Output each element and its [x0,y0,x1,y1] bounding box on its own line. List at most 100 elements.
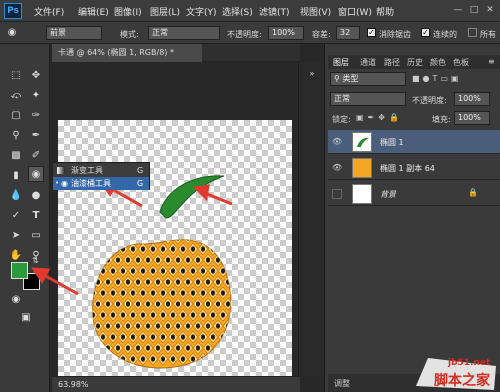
paint-bucket-tool-icon[interactable]: ◉ [28,166,44,182]
zoom-level[interactable]: 63.98% [58,380,89,389]
fruit-seed [156,301,160,307]
crop-tool-icon[interactable]: ▢ [8,108,24,124]
flyout-item-paint-bucket[interactable]: • ◉ 油漆桶工具 G [53,177,149,190]
opacity-input[interactable]: 100% [268,26,304,40]
all-layers-checkbox[interactable] [468,28,477,37]
magic-wand-icon[interactable]: ✦ [28,88,44,104]
fruit-scale [92,341,94,355]
fruit-scale [92,264,99,278]
fruit-seed [106,323,110,329]
document-tab[interactable]: 卡通 @ 64% (椭圆 1, RGB/8) * [52,44,202,62]
fruit-seed [111,312,115,318]
fruit-seed [101,290,105,296]
layer-row[interactable]: 👁 椭圆 1 [328,130,500,154]
fruit-seed [101,312,105,318]
flyout-item-gradient[interactable]: 渐变工具 G [53,164,149,177]
fruit-seed [131,312,135,318]
contiguous-checkbox[interactable]: ✓ [421,28,430,37]
move-tool-icon[interactable]: ✥ [28,68,44,84]
tolerance-input[interactable]: 32 [336,26,360,40]
status-bar: 63.98% [52,376,300,392]
fruit-seed [231,290,235,295]
fruit-seed [196,301,200,307]
fruit-seed [141,356,145,362]
fruit-seed [101,246,105,252]
tab-history[interactable]: 历史 [407,57,423,68]
fruit-seed [226,239,230,241]
marquee-tool-icon[interactable]: ⬚ [8,68,24,84]
menu-image[interactable]: 图像(I) [114,5,142,18]
antialias-checkbox[interactable]: ✓ [367,28,376,37]
close-icon[interactable]: ✕ [484,4,496,16]
eye-icon[interactable]: 👁 [332,163,342,173]
screen-mode-icon[interactable]: ▣ [18,310,34,326]
fruit-seed [211,290,215,296]
fruit-seed [111,334,115,340]
fruit-seed [221,356,225,362]
layer-name: 椭圆 1 副本 64 [380,164,435,173]
mode-select[interactable]: 正常 [148,26,220,40]
fruit-seed [126,279,130,285]
dodge-tool-icon[interactable]: ● [28,188,44,204]
blend-mode-select[interactable]: 正常 [330,92,406,106]
tab-channels[interactable]: 通道 [360,57,376,68]
layer-filter-icons[interactable]: ■●T▭▣ [412,74,462,83]
collapse-icon[interactable]: » [304,66,320,82]
fruit-seed [181,290,185,296]
menu-window[interactable]: 窗口(W) [338,5,372,18]
lock-label: 锁定: [332,115,351,124]
fruit-seed [166,239,170,241]
fruit-seed [136,257,140,263]
eye-icon[interactable]: 👁 [332,137,342,147]
fruit-seed [96,323,100,329]
fruit-seed [196,239,200,241]
fruit-seed [211,356,215,362]
history-brush-icon[interactable]: ✐ [28,148,44,164]
fruit-scale [233,232,243,244]
healing-brush-icon[interactable]: ⚲ [8,128,24,144]
fruit-seed [241,312,245,317]
menu-type[interactable]: 文字(Y) [186,5,217,18]
layer-row[interactable]: 👁 椭圆 1 副本 64 [328,156,500,180]
lock-icons[interactable]: ▣✒✥🔒 [356,113,403,122]
panel-menu-icon[interactable]: ≡ [488,57,495,66]
panel-opacity-label: 不透明度: [412,96,447,105]
visibility-toggle[interactable] [332,189,342,199]
panel-opacity-input[interactable]: 100% [454,92,490,106]
tab-color[interactable]: 颜色 [430,57,446,68]
fruit-seed [166,345,170,351]
menu-layer[interactable]: 图层(L) [150,5,180,18]
tab-swatches[interactable]: 色板 [453,57,469,68]
fruit-scale [92,239,94,245]
fruit-seed [136,345,140,351]
menu-edit[interactable]: 编辑(E) [78,5,109,18]
layer-row[interactable]: 背景 🔒 [328,182,500,206]
menu-filter[interactable]: 滤镜(T) [259,5,290,18]
clone-stamp-icon[interactable]: ▩ [8,148,24,164]
fill-source-value: 前景 [50,28,66,37]
menu-help[interactable]: 帮助 [376,5,394,18]
fill-source-select[interactable]: 前景 [46,26,102,40]
eyedropper-tool-icon[interactable]: ✑ [28,108,44,124]
tab-paths[interactable]: 路径 [384,57,400,68]
eraser-tool-icon[interactable]: ▮ [8,168,24,184]
tab-layers[interactable]: 图层 [333,57,349,68]
fruit-seed [92,356,95,362]
menu-view[interactable]: 视图(V) [300,5,331,18]
layer-thumbnail [352,184,372,204]
blur-tool-icon[interactable]: 💧 [8,188,24,204]
lasso-tool-icon[interactable]: ⤽ [8,88,24,104]
brush-tool-icon[interactable]: ✒ [28,128,44,144]
opacity-label: 不透明度: [227,30,262,39]
fill-input[interactable]: 100% [454,111,490,125]
menu-file[interactable]: 文件(F) [34,5,64,18]
fruit-seed [171,334,175,340]
minimize-icon[interactable]: — [452,4,464,16]
fruit-scale [238,353,248,365]
maximize-icon[interactable]: □ [468,4,480,16]
lock-icon: 🔒 [468,188,478,197]
layer-filter-select[interactable]: ⚲ 类型 [330,72,406,86]
menu-select[interactable]: 选择(S) [222,5,253,18]
paint-bucket-tool-icon[interactable]: ◉ [4,25,20,41]
fruit-seed [126,239,130,241]
